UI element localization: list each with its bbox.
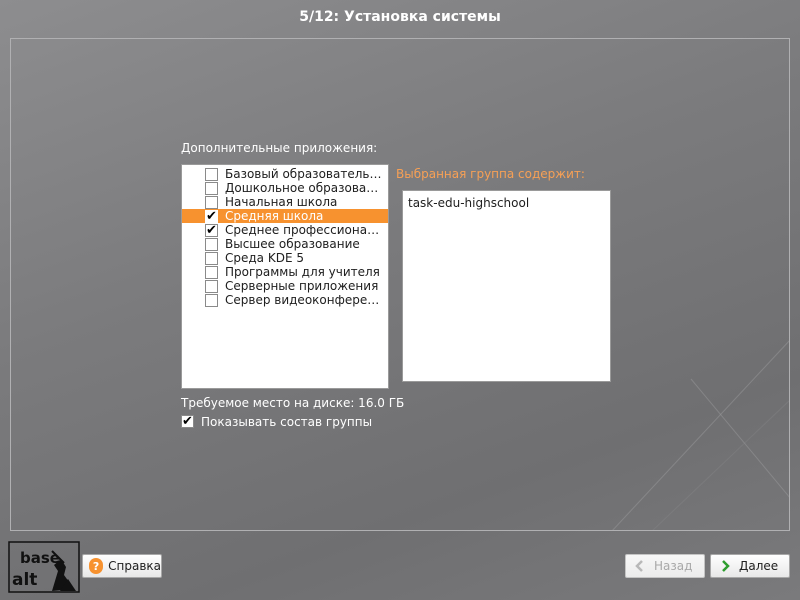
list-item-label: Средняя школа bbox=[225, 209, 324, 223]
list-item[interactable]: ✔ Среднее профессиональ… bbox=[182, 223, 388, 237]
list-item[interactable]: Программы для учителя bbox=[182, 265, 388, 279]
checkbox[interactable] bbox=[205, 182, 218, 195]
checkbox[interactable] bbox=[205, 280, 218, 293]
list-item-label: Сервер видеоконференц… bbox=[225, 293, 385, 307]
group-contents-box[interactable]: task-edu-highschool bbox=[402, 190, 611, 382]
back-arrow-icon bbox=[635, 560, 643, 572]
list-item[interactable]: Серверные приложения bbox=[182, 279, 388, 293]
disk-space-label: Требуемое место на диске: 16.0 ГБ bbox=[181, 396, 405, 410]
group-contents-label: Выбранная группа содержит: bbox=[396, 167, 585, 181]
list-item[interactable]: Высшее образование bbox=[182, 237, 388, 251]
help-icon: ? bbox=[89, 558, 104, 574]
help-button-label: Справка bbox=[108, 559, 161, 573]
checkbox[interactable] bbox=[205, 266, 218, 279]
back-button-label: Назад bbox=[654, 559, 693, 573]
main-panel bbox=[10, 38, 790, 531]
list-item[interactable]: Базовый образовательн… bbox=[182, 167, 388, 181]
checkbox[interactable] bbox=[205, 294, 218, 307]
list-item[interactable]: Начальная школа bbox=[182, 195, 388, 209]
checkbox-checked[interactable]: ✔ bbox=[205, 224, 218, 237]
apps-list[interactable]: Базовый образовательн… Дошкольное образо… bbox=[181, 164, 389, 389]
list-item-selected[interactable]: ✔ Средняя школа bbox=[182, 209, 388, 223]
list-item[interactable]: Среда KDE 5 bbox=[182, 251, 388, 265]
page-title: 5/12: Установка системы bbox=[299, 9, 501, 25]
list-item-label: Дошкольное образование bbox=[225, 181, 385, 195]
list-item-label: Базовый образовательн… bbox=[225, 167, 385, 181]
group-contents-item: task-edu-highschool bbox=[408, 196, 530, 210]
next-button-label: Далее bbox=[739, 559, 779, 573]
list-item[interactable]: Дошкольное образование bbox=[182, 181, 388, 195]
list-item-label: Серверные приложения bbox=[225, 279, 379, 293]
list-item-label: Высшее образование bbox=[225, 237, 360, 251]
list-item-label: Программы для учителя bbox=[225, 265, 380, 279]
checkbox[interactable] bbox=[205, 238, 218, 251]
list-item-label: Начальная школа bbox=[225, 195, 338, 209]
list-item-label: Среднее профессиональ… bbox=[225, 223, 385, 237]
show-group-checkbox[interactable]: ✔ bbox=[181, 415, 194, 428]
checkbox-checked[interactable]: ✔ bbox=[205, 210, 218, 223]
logo-text-bottom: alt bbox=[12, 570, 37, 590]
background-decoration bbox=[612, 340, 789, 530]
checkbox[interactable] bbox=[205, 168, 218, 181]
show-group-label: Показывать состав группы bbox=[201, 415, 373, 429]
apps-label: Дополнительные приложения: bbox=[181, 141, 378, 155]
help-button[interactable]: ? Справка bbox=[82, 554, 162, 578]
checkbox[interactable] bbox=[205, 252, 218, 265]
next-arrow-icon bbox=[722, 560, 730, 572]
back-button[interactable]: Назад bbox=[625, 554, 705, 578]
list-item[interactable]: Сервер видеоконференц… bbox=[182, 293, 388, 307]
next-button[interactable]: Далее bbox=[710, 554, 790, 578]
basealt-logo: base alt bbox=[8, 541, 80, 593]
checkbox[interactable] bbox=[205, 196, 218, 209]
list-item-label: Среда KDE 5 bbox=[225, 251, 304, 265]
